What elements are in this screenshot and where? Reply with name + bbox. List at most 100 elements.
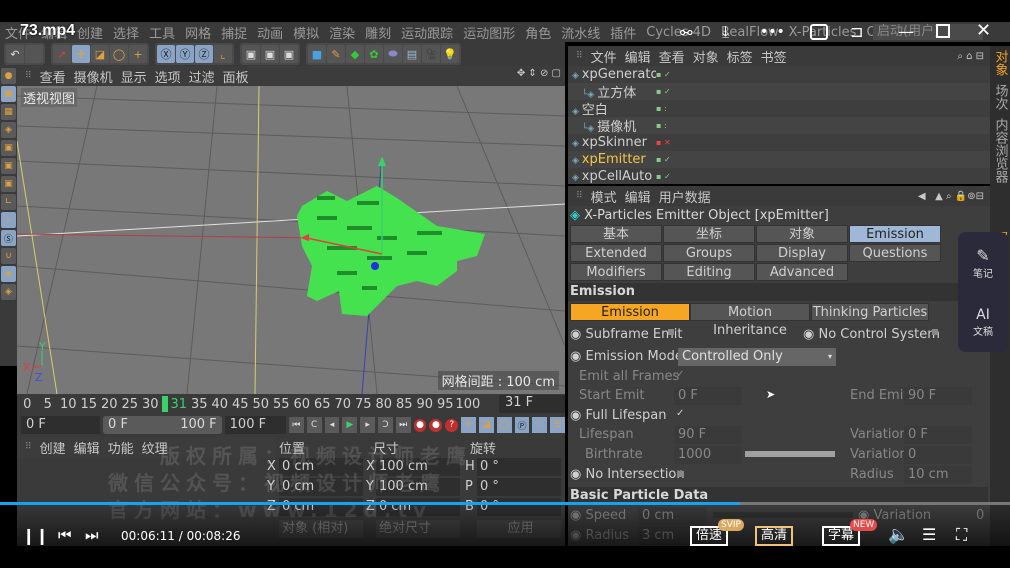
edges-mode-icon[interactable]: ▣ [1, 158, 16, 174]
objmgr-menu-edit[interactable]: 编辑 [625, 47, 651, 66]
notes-button[interactable]: ✎ 笔记 [973, 246, 993, 280]
y-gizmo-arrow[interactable] [378, 156, 386, 166]
layout-select[interactable]: 启动(用户) [873, 24, 983, 40]
menu-item[interactable]: 创建 [77, 23, 103, 42]
viewport-menu-view[interactable]: 查看 [40, 67, 66, 86]
object-row[interactable]: ◈ xpGenerator ▪ ✓ [568, 66, 990, 83]
menu-item[interactable]: 渲染 [329, 23, 355, 42]
drag-handle-icon[interactable]: ⠿ [576, 191, 583, 201]
birthrate-slider[interactable] [745, 451, 835, 457]
attr-tab[interactable]: 基本 [570, 225, 662, 243]
birthrate-variation-field[interactable]: 0 [904, 446, 972, 464]
deformer-icon[interactable]: ⬬ [384, 45, 402, 63]
subtab-thinking-particles[interactable]: Thinking Particles [811, 303, 929, 321]
pip-icon[interactable] [810, 24, 828, 40]
objmgr-menu-file[interactable]: 文件 [591, 47, 617, 66]
attr-tab[interactable]: Extended Data [570, 244, 662, 279]
object-row[interactable]: ◈ 空白 ▪ : [568, 100, 990, 118]
object-row[interactable]: ◈ xpCellAuto ▪ ✓ [568, 168, 990, 185]
subframe-emit-checkbox[interactable] [668, 329, 674, 335]
objmgr-menu-object[interactable]: 对象 [693, 47, 719, 66]
progress-fill[interactable] [0, 502, 741, 505]
render-settings-icon[interactable]: ▣ [280, 45, 298, 63]
object-status-icon[interactable]: ▪ : [656, 121, 676, 130]
end-emit-field[interactable]: 90 F [904, 387, 972, 405]
fullscreen-icon[interactable]: ⛶ [956, 525, 967, 545]
x-axis-icon[interactable]: Ⓧ [157, 45, 175, 63]
menu-item[interactable]: 插件 [610, 23, 636, 42]
side-tab[interactable]: 内容浏览器 [991, 114, 1010, 187]
viewport-menu-camera[interactable]: 摄像机 [74, 67, 113, 86]
attr-tab[interactable]: 坐标 [663, 225, 755, 243]
key-position-icon[interactable]: ✛ [461, 417, 476, 433]
drag-handle-icon[interactable]: ⠿ [25, 71, 32, 81]
object-name[interactable]: └◈ 摄像机 [568, 116, 656, 135]
go-to-end-icon[interactable]: ⏭ [395, 417, 411, 433]
menu-item[interactable]: 运动跟踪 [401, 23, 453, 42]
key-scale-icon[interactable]: ◪ [478, 417, 494, 433]
objmgr-menu-view[interactable]: 查看 [659, 47, 685, 66]
current-frame-field[interactable]: 31 F [499, 395, 565, 413]
previous-icon[interactable]: ⏮ [58, 526, 72, 544]
workplane-lock-icon[interactable]: ◈ [1, 266, 16, 282]
emission-mode-dropdown[interactable]: Controlled Only ▾ [678, 348, 836, 366]
object-row[interactable]: ◈ xpSkinner ▪ ✕ [568, 134, 990, 151]
objmgr-menu-bookmark[interactable]: 书签 [761, 47, 787, 66]
key-pla-icon[interactable]: ⁙ [532, 417, 548, 433]
solo-icon[interactable]: Ⓢ [1, 230, 16, 246]
viewport-menu-display[interactable]: 显示 [121, 67, 147, 86]
birthrate-field[interactable]: 1000 [674, 446, 742, 464]
camera-icon[interactable]: 🎥 [422, 45, 440, 63]
attr-menu-mode[interactable]: 模式 [591, 187, 617, 206]
lifespan-field[interactable]: 90 F [674, 426, 742, 444]
volume-icon[interactable]: 🔈 [888, 525, 909, 545]
rot-h-field[interactable]: 0 ° [477, 458, 561, 476]
maximize-icon[interactable] [936, 24, 950, 38]
object-name[interactable]: ◈ xpGenerator [568, 67, 656, 82]
end-frame-field[interactable]: 100 F [224, 416, 286, 434]
lifespan-variation-field[interactable]: 0 F [904, 426, 972, 444]
tweak-mode-icon[interactable]: ⌁ [1, 212, 16, 228]
pen-icon[interactable]: ✎ [327, 45, 345, 63]
autokey-icon[interactable]: ● [429, 418, 443, 432]
cloner-icon[interactable]: ✿ [365, 45, 383, 63]
attr-tab[interactable]: Questions [849, 244, 941, 262]
menu-item[interactable]: Cycles 4D [646, 25, 711, 40]
object-row[interactable]: ◈ xpEmitter ▪ ✓ [568, 151, 990, 168]
object-status-icon[interactable]: ▪ ✓ [656, 87, 676, 96]
transform-tool-icon[interactable]: + [129, 45, 147, 63]
viewport-menu-options[interactable]: 选项 [155, 67, 181, 86]
keyframe-selection-icon[interactable]: ? [445, 418, 459, 432]
emit-all-frames-checkbox[interactable]: ✓ [676, 369, 684, 380]
next-frame-icon[interactable]: ▸ [360, 417, 375, 433]
object-status-icon[interactable]: ▪ : [656, 104, 676, 113]
render-picture-icon[interactable]: ▣ [261, 45, 279, 63]
z-axis-icon[interactable]: Ⓩ [195, 45, 213, 63]
coordinate-system-icon[interactable]: ⌞ [214, 45, 232, 63]
undo-icon[interactable]: ↶ [6, 45, 24, 63]
texture-mode-icon[interactable]: ▦ [1, 104, 16, 120]
playhead-marker[interactable] [161, 396, 168, 412]
workplane-align-icon[interactable]: ◈ [1, 284, 16, 300]
menu-item[interactable]: 运动图形 [463, 23, 515, 42]
object-status-icon[interactable]: ▪ ✓ [656, 172, 676, 181]
menu-item[interactable]: 流水线 [561, 23, 600, 42]
object-status-icon[interactable]: ▪ ✕ [656, 138, 676, 147]
scale-tool-icon[interactable]: ◪ [91, 45, 109, 63]
redo-icon[interactable] [25, 45, 43, 63]
object-name[interactable]: ◈ xpEmitter [568, 152, 656, 167]
range-slider[interactable]: 0 F 100 F [103, 416, 222, 434]
radius-field[interactable]: 10 cm [904, 466, 972, 484]
share-icon[interactable]: ⚯ [680, 24, 693, 42]
subdivision-icon[interactable]: ◆ [346, 45, 364, 63]
objmgr-menu-tag[interactable]: 标签 [727, 47, 753, 66]
attr-tab[interactable]: Advanced [756, 263, 848, 281]
dock-icon[interactable]: ⊐ [850, 22, 863, 41]
timeline-ruler[interactable]: 0 5 10 15 20 25 30 31 35 40 45 50 55 60 65 70 75 80 85 90 95… [17, 394, 565, 414]
start-emit-field[interactable]: 0 F [674, 387, 742, 405]
y-axis-icon[interactable]: Ⓨ [176, 45, 194, 63]
full-lifespan-checkbox[interactable]: ✓ [676, 408, 684, 419]
menu-item[interactable]: 模拟 [293, 23, 319, 42]
no-intersection-checkbox[interactable] [678, 471, 684, 477]
next-icon[interactable]: ⏭ [85, 526, 99, 544]
